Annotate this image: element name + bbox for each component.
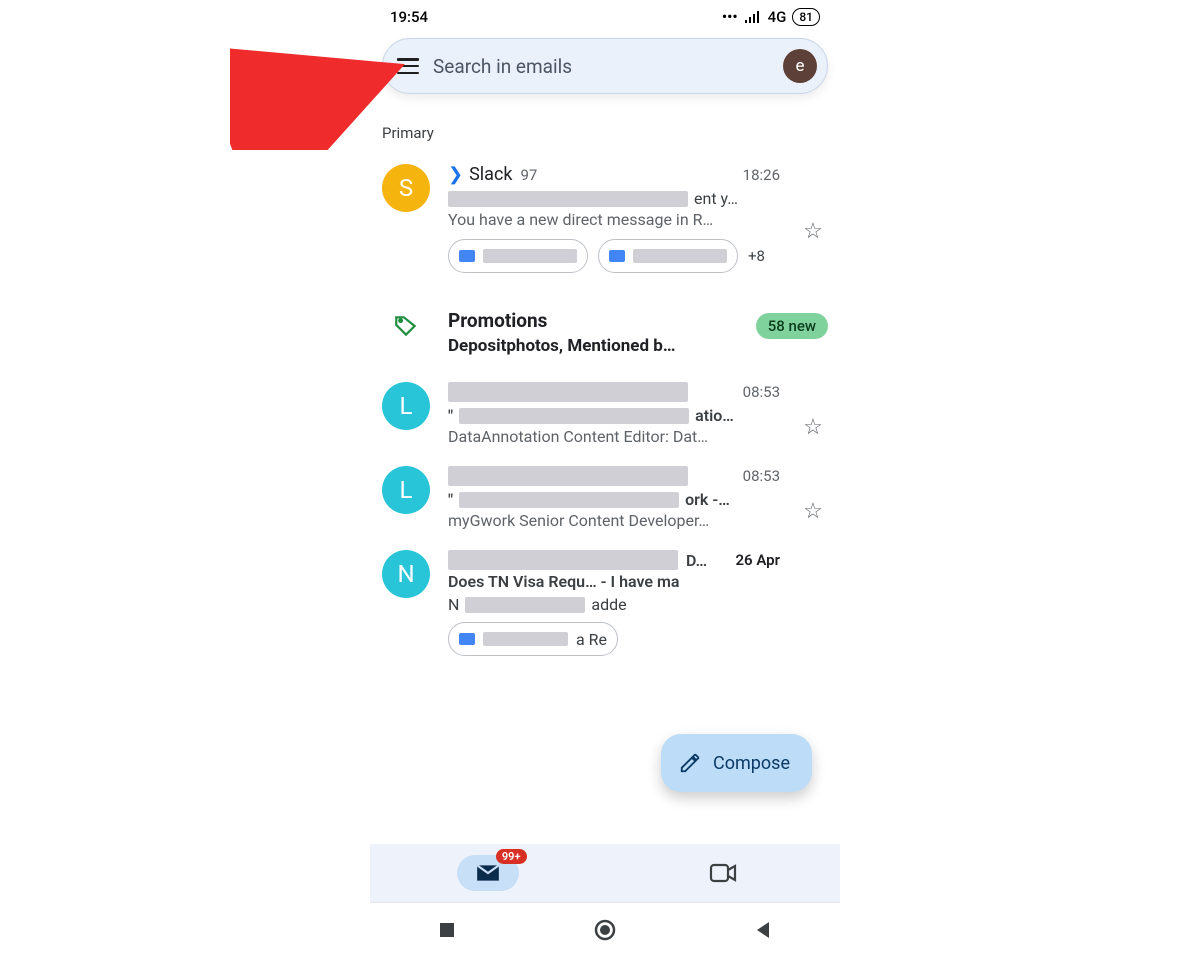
redacted-text (448, 466, 688, 486)
new-count-badge: 58 new (756, 313, 828, 339)
search-placeholder[interactable]: Search in emails (433, 55, 769, 78)
email-row[interactable]: L 08:53 " ork -… myGwork Senior Content … (370, 458, 840, 542)
sender-name: Slack (469, 164, 512, 185)
thread-count: 97 (521, 166, 538, 184)
file-icon (459, 250, 475, 262)
subject-fragment: atio… (695, 406, 734, 425)
signal-icon (744, 10, 762, 24)
promotions-row[interactable]: Promotions Depositphotos, Mentioned b… 5… (370, 285, 840, 374)
email-preview: DataAnnotation Content Editor: Dat… (448, 427, 708, 446)
redacted-text (465, 597, 585, 613)
sender-fragment: D… (686, 551, 707, 570)
promotions-subtitle: Depositphotos, Mentioned b… (448, 336, 718, 356)
sender-avatar[interactable]: N (382, 550, 430, 598)
status-bar: 19:54 4G 81 (370, 0, 840, 30)
slack-badge-icon: ❯ (448, 164, 463, 185)
status-dots-icon (722, 8, 738, 26)
star-icon[interactable]: ☆ (803, 415, 823, 440)
redacted-text (448, 382, 688, 402)
subject-fragment: ent y… (694, 189, 738, 208)
attachment-chip[interactable] (598, 239, 738, 273)
sender-avatar[interactable]: L (382, 466, 430, 514)
redacted-text (633, 249, 727, 263)
chip-fragment: a Re (576, 630, 607, 649)
redacted-text (459, 492, 679, 508)
home-button[interactable] (594, 919, 616, 945)
search-bar[interactable]: Search in emails e (382, 38, 828, 94)
inbox-section-label: Primary (370, 102, 840, 156)
sender-avatar[interactable]: L (382, 382, 430, 430)
status-time: 19:54 (390, 8, 428, 26)
subject-fragment: ork -… (685, 490, 730, 509)
android-nav-bar (370, 902, 840, 960)
mail-tab[interactable]: 99+ (370, 844, 605, 902)
email-row[interactable]: S ❯ Slack 97 18:26 ent y… You have a new… (370, 156, 840, 285)
redacted-text (448, 191, 688, 207)
star-icon[interactable]: ☆ (803, 499, 823, 524)
compose-label: Compose (713, 753, 790, 774)
network-label: 4G (768, 8, 787, 26)
mail-icon (475, 863, 501, 883)
bottom-tab-bar: 99+ (370, 844, 840, 902)
redacted-text (448, 550, 678, 570)
menu-icon[interactable] (397, 58, 419, 74)
email-preview: myGwork Senior Content Developer… (448, 511, 709, 530)
file-icon (609, 250, 625, 262)
email-time: 18:26 (743, 166, 780, 184)
file-icon (459, 633, 475, 645)
attachment-chip[interactable] (448, 239, 588, 273)
sender-avatar[interactable]: S (382, 164, 430, 212)
email-preview: You have a new direct message in R… (448, 210, 713, 229)
compose-button[interactable]: Compose (661, 734, 812, 792)
unread-badge: 99+ (496, 849, 527, 864)
tag-icon (382, 309, 430, 339)
meet-tab[interactable] (605, 844, 840, 902)
account-avatar[interactable]: e (783, 49, 817, 83)
star-icon[interactable]: ☆ (803, 219, 823, 244)
email-time: 08:53 (743, 467, 780, 485)
phone-frame: 19:54 4G 81 Search in emails e Primary S… (370, 0, 840, 960)
video-icon (709, 862, 737, 884)
status-right: 4G 81 (722, 8, 820, 26)
more-attachments[interactable]: +8 (748, 247, 765, 265)
email-time: 26 Apr (735, 551, 780, 569)
email-time: 08:53 (743, 383, 780, 401)
redacted-text (483, 632, 568, 646)
promotions-title: Promotions (448, 309, 738, 332)
redacted-text (483, 249, 577, 263)
email-subject: Does TN Visa Requ… - I have ma (448, 572, 680, 591)
back-button[interactable] (755, 921, 771, 943)
redacted-text (459, 408, 689, 424)
pencil-icon (679, 752, 701, 774)
attachment-chip[interactable]: a Re (448, 622, 618, 656)
battery-indicator: 81 (792, 8, 820, 26)
preview-fragment: adde (591, 595, 626, 614)
email-row[interactable]: L 08:53 " atio… DataAnnotation Content E… (370, 374, 840, 458)
email-row[interactable]: N D… 26 Apr Does TN Visa Requ… - I have … (370, 542, 840, 660)
recent-apps-button[interactable] (439, 922, 455, 942)
